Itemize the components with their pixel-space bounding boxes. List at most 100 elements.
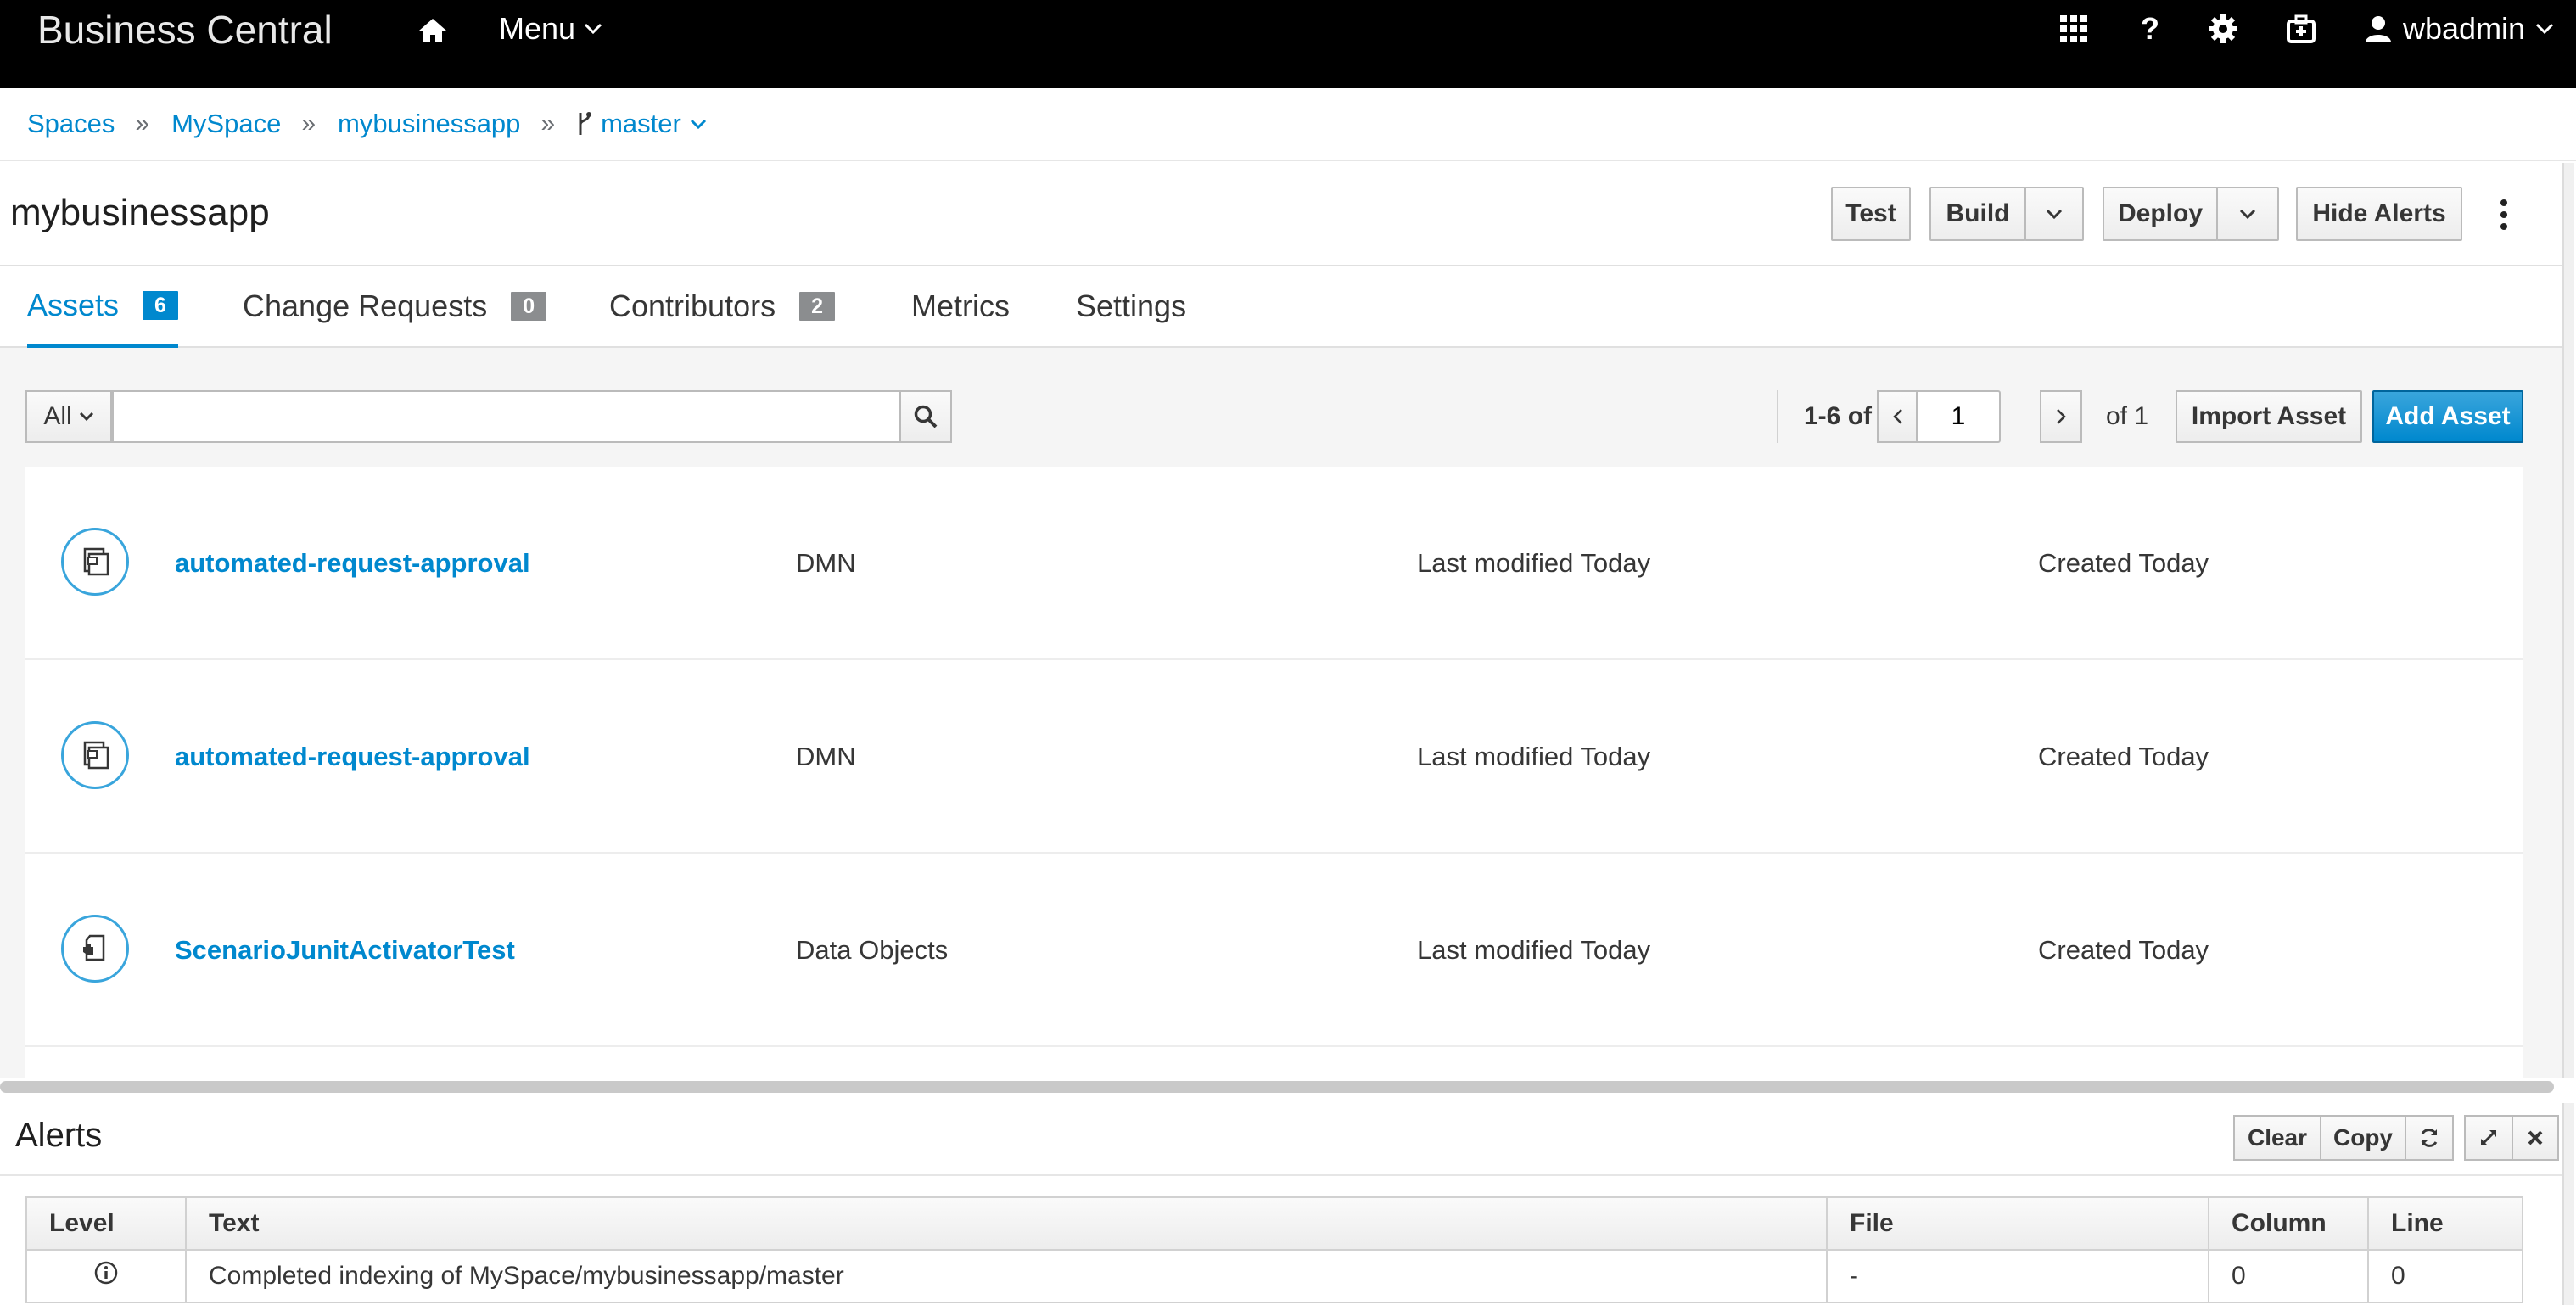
chevron-down-icon [585, 23, 602, 35]
asset-list: automated-request-approval DMN Last modi… [25, 467, 2523, 1078]
column-header-column[interactable]: Column [2208, 1196, 2369, 1251]
top-navbar: Business Central Menu ? wbadmin [0, 0, 2576, 88]
page-number-input[interactable] [1916, 390, 2001, 443]
asset-type: Data Objects [796, 935, 949, 965]
copy-alerts-button[interactable]: Copy [2320, 1115, 2406, 1161]
info-icon [94, 1261, 118, 1285]
brand-title[interactable]: Business Central [37, 0, 333, 59]
refresh-icon[interactable] [2405, 1115, 2454, 1161]
asset-type: DMN [796, 548, 856, 578]
user-menu[interactable]: wbadmin [2364, 0, 2554, 58]
tab-settings[interactable]: Settings [1076, 266, 1186, 346]
asset-created: Created Today [2038, 742, 2209, 771]
breadcrumb-separator: » [540, 109, 556, 137]
briefcase-icon[interactable] [2284, 12, 2318, 46]
asset-last-modified: Last modified Today [1417, 935, 1651, 965]
vertical-scrollbar[interactable] [2562, 1103, 2574, 1305]
alert-file: - [1826, 1249, 2209, 1303]
asset-last-modified: Last modified Today [1417, 548, 1651, 578]
deploy-button[interactable]: Deploy [2103, 187, 2218, 241]
asset-created: Created Today [2038, 935, 2209, 965]
search-icon [914, 405, 938, 428]
next-page-button[interactable] [2040, 390, 2082, 443]
list-item[interactable]: automated-request-approval DMN Last modi… [25, 467, 2523, 660]
count-badge: 0 [511, 292, 547, 321]
tab-label: Change Requests [243, 288, 488, 323]
breadcrumb-project[interactable]: mybusinessapp [338, 109, 520, 139]
alerts-panel-header: Alerts Clear Copy [0, 1100, 2562, 1176]
page-title: mybusinessapp [10, 192, 270, 233]
column-header-line[interactable]: Line [2367, 1196, 2523, 1251]
table-header-row: Level Text File Column Line [25, 1196, 2523, 1251]
toolbar-divider [1777, 390, 1778, 443]
apps-grid-icon[interactable] [2057, 12, 2091, 46]
help-icon[interactable]: ? [2133, 12, 2167, 46]
branch-selector[interactable]: master [577, 109, 707, 139]
kebab-menu-icon[interactable] [2491, 193, 2517, 236]
project-header: mybusinessapp Test Build Deploy Hide Ale… [0, 163, 2562, 266]
code-branch-icon [579, 112, 592, 135]
test-button[interactable]: Test [1831, 187, 1911, 241]
chevron-right-icon [2057, 409, 2066, 424]
home-icon[interactable] [416, 14, 450, 48]
column-header-file[interactable]: File [1826, 1196, 2209, 1251]
tab-metrics[interactable]: Metrics [911, 266, 1010, 346]
data-object-asset-icon [61, 915, 129, 983]
chevron-left-icon [1893, 409, 1902, 424]
tab-contributors[interactable]: Contributors 2 [609, 266, 835, 346]
gear-icon[interactable] [2206, 12, 2240, 46]
alert-line: 0 [2367, 1249, 2523, 1303]
asset-list-area: automated-request-approval DMN Last modi… [0, 467, 2562, 1078]
chevron-down-icon [79, 412, 93, 422]
tab-label: Metrics [911, 288, 1010, 323]
asset-name-link[interactable]: ScenarioJunitActivatorTest [175, 935, 515, 966]
menu-dropdown[interactable]: Menu [499, 0, 602, 58]
list-item[interactable]: automated-request-approval DMN Last modi… [25, 660, 2523, 854]
expand-icon[interactable] [2464, 1115, 2513, 1161]
chevron-down-icon [2239, 209, 2256, 219]
breadcrumb-separator: » [135, 109, 150, 137]
level-cell [25, 1249, 187, 1303]
tab-change-requests[interactable]: Change Requests 0 [243, 266, 547, 346]
tab-assets[interactable]: Assets 6 [27, 266, 178, 348]
list-item[interactable]: ScenarioJunitActivatorTest Data Objects … [25, 854, 2523, 1047]
tab-label: Contributors [609, 288, 776, 323]
clear-alerts-button[interactable]: Clear [2233, 1115, 2321, 1161]
add-asset-button[interactable]: Add Asset [2372, 390, 2523, 443]
chevron-down-icon [2046, 209, 2063, 219]
help-glyph: ? [2141, 11, 2159, 46]
column-header-level[interactable]: Level [25, 1196, 187, 1251]
count-badge: 6 [143, 290, 178, 320]
vertical-scrollbar[interactable] [2562, 163, 2574, 1078]
user-icon [2366, 16, 2391, 42]
breadcrumb-space[interactable]: MySpace [171, 109, 281, 139]
prev-page-button[interactable] [1877, 390, 1919, 443]
alerts-title: Alerts [15, 1117, 103, 1154]
build-dropdown-toggle[interactable] [2024, 187, 2084, 241]
breadcrumb-separator: » [301, 109, 316, 137]
breadcrumb-spaces[interactable]: Spaces [27, 109, 115, 139]
panel-splitter[interactable] [0, 1081, 2554, 1093]
count-badge: 2 [799, 292, 835, 321]
tab-label: Settings [1076, 288, 1187, 323]
alert-column: 0 [2208, 1249, 2369, 1303]
asset-type-filter[interactable]: All [25, 390, 112, 443]
search-button[interactable] [899, 390, 952, 443]
asset-name-link[interactable]: automated-request-approval [175, 742, 530, 772]
breadcrumb: Spaces » MySpace » mybusinessapp » maste… [0, 88, 2576, 161]
asset-type: DMN [796, 742, 856, 771]
asset-last-modified: Last modified Today [1417, 742, 1651, 771]
hide-alerts-button[interactable]: Hide Alerts [2296, 187, 2462, 241]
chevron-down-icon [690, 119, 706, 129]
import-asset-button[interactable]: Import Asset [2176, 390, 2362, 443]
build-button[interactable]: Build [1929, 187, 2026, 241]
column-header-text[interactable]: Text [185, 1196, 1828, 1251]
deploy-dropdown-toggle[interactable] [2216, 187, 2279, 241]
table-row[interactable]: Completed indexing of MySpace/mybusiness… [25, 1249, 2523, 1303]
search-input[interactable] [112, 390, 901, 443]
asset-name-link[interactable]: automated-request-approval [175, 548, 530, 579]
filter-label: All [43, 402, 72, 430]
close-icon[interactable] [2512, 1115, 2559, 1161]
tab-label: Assets [27, 287, 120, 322]
username: wbadmin [2403, 11, 2526, 46]
